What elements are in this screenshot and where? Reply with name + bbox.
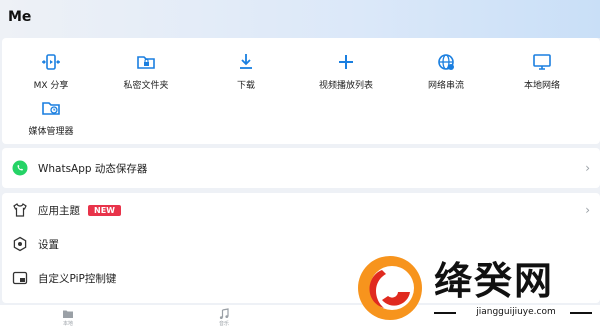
whatsapp-status-saver-row[interactable]: WhatsApp 动态保存器 › bbox=[2, 151, 600, 185]
grid-item-media-manager[interactable]: 媒体管理器 bbox=[11, 98, 91, 137]
shortcut-grid: MX 分享 私密文件夹 下载 视频播放列表 网络串流 本地网络 媒体管理器 bbox=[2, 38, 600, 144]
add-icon bbox=[336, 52, 356, 72]
network-stream-icon bbox=[436, 52, 456, 72]
chevron-right-icon: › bbox=[585, 203, 590, 217]
grid-item-video-playlist[interactable]: 视频播放列表 bbox=[306, 52, 386, 91]
whatsapp-card: WhatsApp 动态保存器 › bbox=[2, 148, 600, 188]
page-title: Me bbox=[8, 9, 32, 25]
grid-item-network-stream[interactable]: 网络串流 bbox=[406, 52, 486, 91]
share-video-icon bbox=[41, 52, 61, 72]
divider bbox=[570, 312, 592, 314]
grid-label: 下载 bbox=[236, 81, 255, 91]
row-label: 设置 bbox=[38, 238, 59, 251]
grid-label: 私密文件夹 bbox=[123, 81, 169, 91]
grid-item-local-network[interactable]: 本地网络 bbox=[502, 52, 582, 91]
settings-icon bbox=[12, 236, 28, 252]
row-label: 应用主题 bbox=[38, 204, 80, 217]
music-icon bbox=[219, 308, 229, 319]
row-label: WhatsApp 动态保存器 bbox=[38, 162, 148, 175]
grid-item-mx-share[interactable]: MX 分享 bbox=[11, 52, 91, 91]
nav-item-music[interactable]: 音乐 bbox=[204, 305, 244, 327]
grid-label: MX 分享 bbox=[33, 81, 69, 91]
header: Me bbox=[0, 0, 600, 38]
new-badge: NEW bbox=[88, 204, 121, 216]
media-manager-icon bbox=[41, 98, 61, 118]
folder-icon bbox=[63, 310, 73, 318]
watermark-brand: 绛癸网 bbox=[434, 259, 555, 303]
nav-label: 音乐 bbox=[218, 321, 229, 327]
pip-icon bbox=[12, 270, 28, 286]
whatsapp-icon bbox=[12, 160, 28, 176]
grid-label: 视频播放列表 bbox=[318, 81, 373, 91]
watermark: 绛癸网 jiangguijiuye.com bbox=[350, 240, 600, 332]
private-folder-icon bbox=[136, 52, 156, 72]
download-icon bbox=[236, 52, 256, 72]
shirt-icon bbox=[12, 202, 28, 218]
watermark-logo bbox=[358, 256, 422, 320]
app-theme-row[interactable]: 应用主题 NEW › bbox=[2, 193, 600, 227]
grid-item-private-folder[interactable]: 私密文件夹 bbox=[106, 52, 186, 91]
grid-label: 本地网络 bbox=[523, 81, 560, 91]
chevron-right-icon: › bbox=[585, 161, 590, 175]
grid-label: 网络串流 bbox=[427, 81, 464, 91]
row-label: 自定义PiP控制键 bbox=[38, 272, 117, 285]
nav-label: 本地 bbox=[62, 321, 73, 327]
nav-item-local[interactable]: 本地 bbox=[48, 305, 88, 327]
monitor-icon bbox=[532, 52, 552, 72]
grid-item-download[interactable]: 下载 bbox=[206, 52, 286, 91]
grid-label: 媒体管理器 bbox=[28, 127, 74, 137]
